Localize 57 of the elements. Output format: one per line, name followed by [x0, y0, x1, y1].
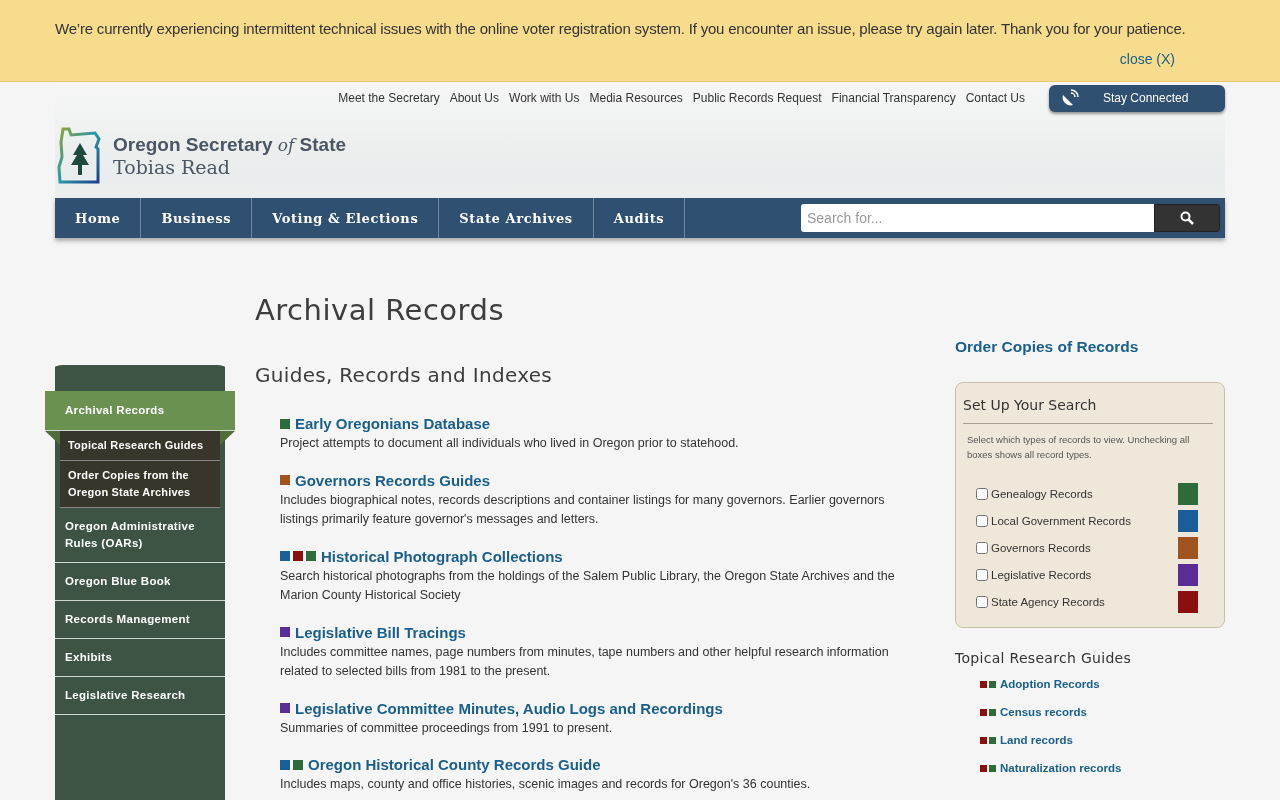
satellite-dish-icon — [1061, 89, 1079, 107]
sidebar-subitem[interactable]: Order Copies from the Oregon State Archives — [60, 461, 220, 508]
record-description: Includes maps, county and office histories, scenic images and records for Oregon's 36 counties. — [280, 776, 812, 793]
close-link[interactable]: close (X) — [1119, 51, 1175, 67]
site-title: Oregon Secretary of State — [113, 134, 347, 156]
sidebar-subitem[interactable]: Topical Research Guides — [60, 431, 220, 461]
checkbox[interactable] — [976, 487, 988, 500]
guide-link[interactable]: Naturalization records — [1000, 762, 1122, 774]
banner-message: We’re currently experiencing intermittent technical issues with the online voter registration system. If you encounter an issue, please try again later. Thank you for your patience. — [55, 20, 1187, 37]
record-description: Includes biographical notes, records descriptions and container listings for many governors. Earlier governors listings primarily feature governor's messages and letters. — [280, 491, 886, 528]
checkbox[interactable] — [976, 514, 988, 527]
search-icon — [1180, 211, 1194, 225]
record-description: Project attempts to document all individuals who lived in Oregon prior to statehood. — [280, 435, 740, 452]
nav-item[interactable]: Home — [55, 198, 142, 238]
record-link[interactable]: Oregon Historical County Records Guide — [308, 756, 601, 773]
utility-link[interactable]: Media Resources — [589, 91, 683, 105]
record-link[interactable]: Legislative Bill Tracings — [295, 623, 466, 641]
sidebar-item[interactable]: Archival Records — [45, 391, 235, 431]
record-link[interactable]: Legislative Committee Minutes, Audio Logs and Recordings — [295, 699, 723, 717]
checkbox[interactable] — [976, 568, 988, 581]
checkbox[interactable] — [976, 595, 988, 608]
filter-hint: Select which types of records to view. Unchecking all boxes shows all record types. — [967, 433, 1191, 462]
oregon-outline-logo-icon — [57, 127, 103, 185]
search-button[interactable] — [1154, 204, 1220, 232]
utility-link[interactable]: Financial Transparency — [831, 91, 956, 105]
stay-connected-button[interactable]: Stay Connected — [1049, 84, 1225, 112]
checkbox-label: Governors Records — [991, 541, 1092, 554]
guide-link[interactable]: Adoption Records — [1000, 678, 1100, 690]
section-title: Guides, Records and Indexes — [255, 363, 553, 387]
nav-item[interactable]: Audits — [593, 198, 686, 238]
checkbox[interactable] — [976, 541, 988, 554]
nav-item[interactable]: State Archives — [439, 198, 594, 238]
record-description: Search historical photographs from the holdings of the Salem Public Library, the Oregon State Archives and the Marion County Historical Society — [280, 567, 896, 604]
record-link[interactable]: Historical Photograph Collections — [321, 547, 563, 565]
search-field[interactable]: Search for... — [801, 204, 1154, 232]
utility-link[interactable]: Contact Us — [965, 91, 1025, 105]
checkbox-label: State Agency Records — [991, 595, 1106, 608]
utility-link[interactable]: Public Records Request — [692, 91, 822, 105]
checkbox-label: Genealogy Records — [991, 487, 1094, 500]
guide-link[interactable]: Census records — [1000, 706, 1087, 718]
site-subtitle: Tobias Read — [113, 156, 232, 178]
nav-item[interactable]: Voting & Elections — [252, 198, 440, 238]
utility-link[interactable]: Work with Us — [509, 91, 580, 105]
nav-item[interactable]: Business — [141, 198, 253, 238]
record-description: Summaries of committee proceedings from 1991 to present. — [280, 719, 614, 737]
guides-title: Topical Research Guides — [955, 650, 1133, 666]
utility-link[interactable]: Meet the Secretary — [338, 91, 440, 105]
checkbox-label: Legislative Records — [991, 568, 1093, 581]
utility-link[interactable]: About Us — [449, 91, 499, 105]
record-link[interactable]: Early Oregonians Database — [295, 415, 491, 432]
record-link[interactable]: Governors Records Guides — [295, 471, 491, 489]
filter-title: Set Up Your Search — [963, 397, 1213, 424]
record-description: Includes committee names, page numbers from minutes, tape numbers and other helpful research information related to selected bills from 1981 to the present. — [280, 643, 890, 680]
order-copies-link[interactable]: Order Copies of Records — [955, 338, 1225, 356]
checkbox-label: Local Government Records — [991, 514, 1132, 527]
guide-link[interactable]: Land records — [1000, 734, 1073, 746]
page-title: Archival Records — [255, 293, 506, 327]
